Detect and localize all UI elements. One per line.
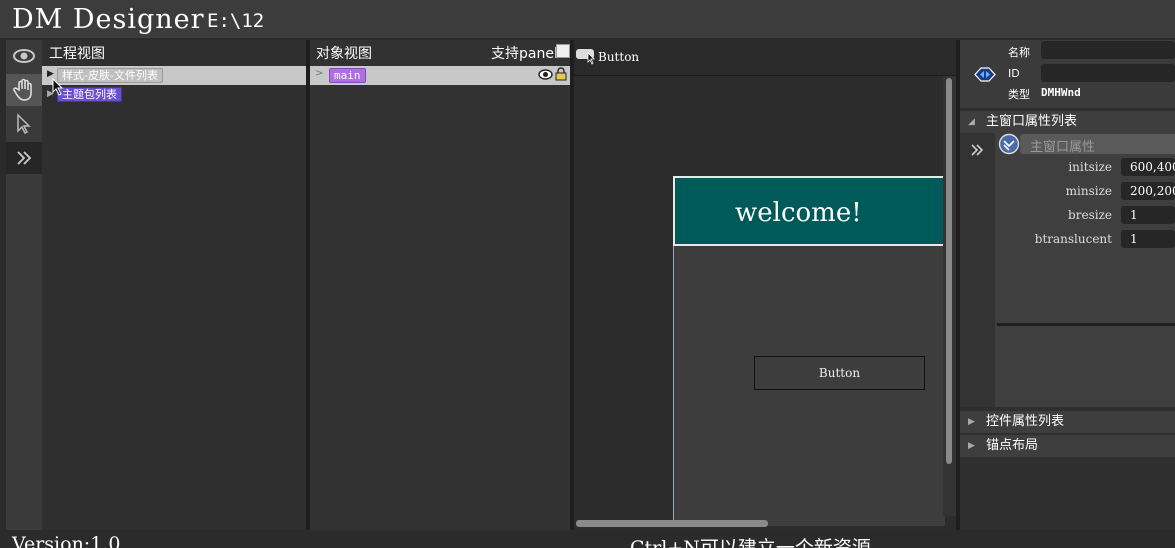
status-hint: Ctrl+N可以建立一个新资源 [630,537,871,548]
anchor-layout-header[interactable]: ▶ 锚点布局 [960,435,1175,457]
id-field[interactable] [1041,64,1175,82]
visibility-eye-icon[interactable] [538,69,553,80]
object-view-panel [310,40,570,530]
control-props-header[interactable]: ▶ 控件属性列表 [960,411,1175,433]
horizontal-scroll-thumb[interactable] [576,520,768,527]
type-label: 类型 [1008,88,1030,101]
main-window-props-title: 主窗口属性列表 [986,114,1078,129]
vertical-scroll-thumb[interactable] [946,78,952,464]
lock-icon[interactable] [555,67,567,81]
name-field[interactable] [1041,41,1175,59]
support-panel-label: 支持panel [491,46,558,62]
support-panel-checkbox[interactable] [556,44,570,58]
group-title: 主窗口属性 [1030,140,1096,155]
project-item-style-list[interactable]: 样式-皮肤-文件列表 [57,68,163,83]
tool-bar [6,40,42,530]
status-bar [0,530,1175,548]
project-path: E:\12 [207,10,265,32]
prop-name-initsize: initsize [1068,160,1112,174]
double-chevron-right-icon[interactable] [970,143,984,157]
property-grid-divider [997,323,1175,326]
palette-button-label[interactable]: Button [598,50,639,64]
object-view-title: 对象视图 [316,46,372,62]
welcome-text: welcome! [735,198,862,228]
eye-icon[interactable] [6,40,42,72]
prop-value-minsize[interactable]: 200,200 [1121,182,1175,200]
pointer-icon[interactable] [6,108,42,140]
prop-name-btranslucent: btranslucent [1034,232,1112,246]
double-chevron-right-icon[interactable] [6,142,42,174]
collapse-triangle-icon: ◢ [968,117,975,127]
control-props-title: 控件属性列表 [986,414,1065,429]
id-label: ID [1008,67,1020,80]
object-type-icon [974,67,996,82]
project-view-title: 工程视图 [49,46,105,62]
pointer-icon [587,52,595,65]
object-item-main[interactable]: main [329,68,366,83]
prop-value-bresize[interactable]: 1 [1121,206,1175,224]
app-title: DM Designer [12,4,205,35]
expand-arrow-icon[interactable]: > [315,68,323,79]
hand-icon[interactable] [6,74,42,106]
type-value: DMHWnd [1041,86,1081,99]
prop-value-btranslucent[interactable]: 1 [1121,230,1175,248]
main-window-props-header[interactable]: ◢ 主窗口属性列表 [960,111,1175,133]
expand-triangle-icon: ▶ [968,417,975,427]
collapse-circle-icon[interactable] [998,133,1020,155]
prop-name-bresize: bresize [1068,208,1112,222]
project-item-theme-list[interactable]: 主题包列表 [57,87,122,102]
status-version: Version:1.0 [12,533,121,548]
name-label: 名称 [1008,46,1030,59]
design-button[interactable]: Button [754,356,925,390]
props-side-strip [960,133,995,407]
anchor-layout-title: 锚点布局 [986,438,1039,453]
expand-triangle-icon: ▶ [968,441,975,451]
project-view-panel [42,40,306,530]
prop-value-initsize[interactable]: 600,400 [1121,158,1175,176]
mouse-cursor-icon [52,78,64,96]
prop-name-minsize: minsize [1065,184,1112,198]
